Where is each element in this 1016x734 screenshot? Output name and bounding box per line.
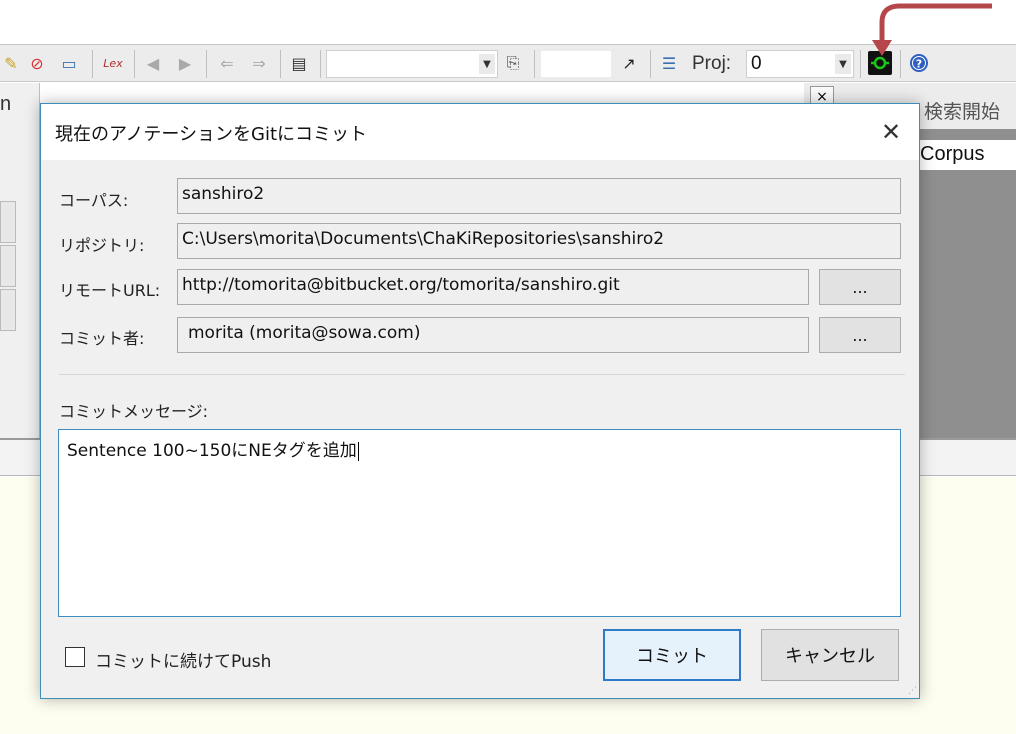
left-panel: n <box>0 83 40 438</box>
left-panel-box <box>0 245 16 287</box>
commit-message-text: Sentence 100~150にNEタグを追加 <box>67 441 357 461</box>
corpus-field[interactable]: sanshiro2 <box>177 178 901 214</box>
dialog-title: 現在のアノテーションをGitにコミット <box>55 124 368 145</box>
resize-grip-icon[interactable]: ⋰ <box>908 686 917 696</box>
left-panel-box <box>0 201 16 243</box>
dialog-titlebar: 現在のアノテーションをGitにコミット ✕ <box>41 104 919 160</box>
git-commit-dialog: 現在のアノテーションをGitにコミット ✕ コーパス: sanshiro2 リポ… <box>40 103 920 699</box>
remote-url-label: リモートURL: <box>59 281 161 300</box>
left-panel-box <box>0 289 16 331</box>
right-arrow-icon[interactable]: ⇒ <box>248 52 270 74</box>
repository-label: リポジトリ: <box>59 236 145 255</box>
commit-button[interactable]: コミット <box>603 629 741 681</box>
empty-combo[interactable] <box>540 50 612 78</box>
stop-icon[interactable]: ⊘ <box>26 52 48 74</box>
text-caret <box>357 442 359 461</box>
push-after-commit-checkbox[interactable] <box>65 647 85 667</box>
corpus-label: コーパス: <box>59 191 129 210</box>
search-start-button[interactable]: 検索開始 <box>924 97 1000 124</box>
corpus-label: Corpus <box>920 143 985 165</box>
save-icon[interactable]: ▤ <box>288 52 310 74</box>
push-after-commit-label[interactable]: コミットに続けてPush <box>95 647 271 672</box>
edit-icon[interactable]: ✎ <box>0 52 22 74</box>
cancel-button[interactable]: キャンセル <box>761 629 899 681</box>
repository-field[interactable]: C:\Users\morita\Documents\ChaKiRepositor… <box>177 223 901 259</box>
proj-value: 0 <box>751 53 762 74</box>
lex-icon[interactable]: Lex <box>102 52 124 74</box>
left-arrow-icon[interactable]: ⇐ <box>216 52 238 74</box>
proj-combo[interactable]: 0 ▼ <box>746 50 854 78</box>
chevron-down-icon[interactable]: ▼ <box>835 54 851 74</box>
forward-icon[interactable]: ▶ <box>174 52 196 74</box>
annotation-arrow <box>872 3 992 56</box>
committer-field[interactable]: morita (morita@sowa.com) <box>177 317 809 353</box>
section-divider <box>59 374 905 375</box>
link-arrow-icon[interactable]: ↗ <box>618 52 640 74</box>
search-doc-icon[interactable]: ⎘ <box>502 52 524 74</box>
close-icon[interactable]: ✕ <box>873 114 909 150</box>
window-icon[interactable]: ▭ <box>58 52 80 74</box>
left-tab-label: n <box>0 93 12 115</box>
commit-message-textarea[interactable]: Sentence 100~150にNEタグを追加 <box>58 429 901 617</box>
remote-url-field[interactable]: http://tomorita@bitbucket.org/tomorita/s… <box>177 269 809 305</box>
commit-message-label: コミットメッセージ: <box>59 402 209 421</box>
dropdown-icon[interactable]: ▼ <box>479 54 495 74</box>
search-combo[interactable]: ▼ <box>326 50 498 78</box>
committer-label: コミット者: <box>59 329 145 348</box>
back-icon[interactable]: ◀ <box>142 52 164 74</box>
list-icon[interactable]: ☰ <box>658 52 680 74</box>
remote-url-browse-button[interactable]: ... <box>819 269 901 305</box>
committer-browse-button[interactable]: ... <box>819 317 901 353</box>
proj-label: Proj: <box>692 53 732 74</box>
